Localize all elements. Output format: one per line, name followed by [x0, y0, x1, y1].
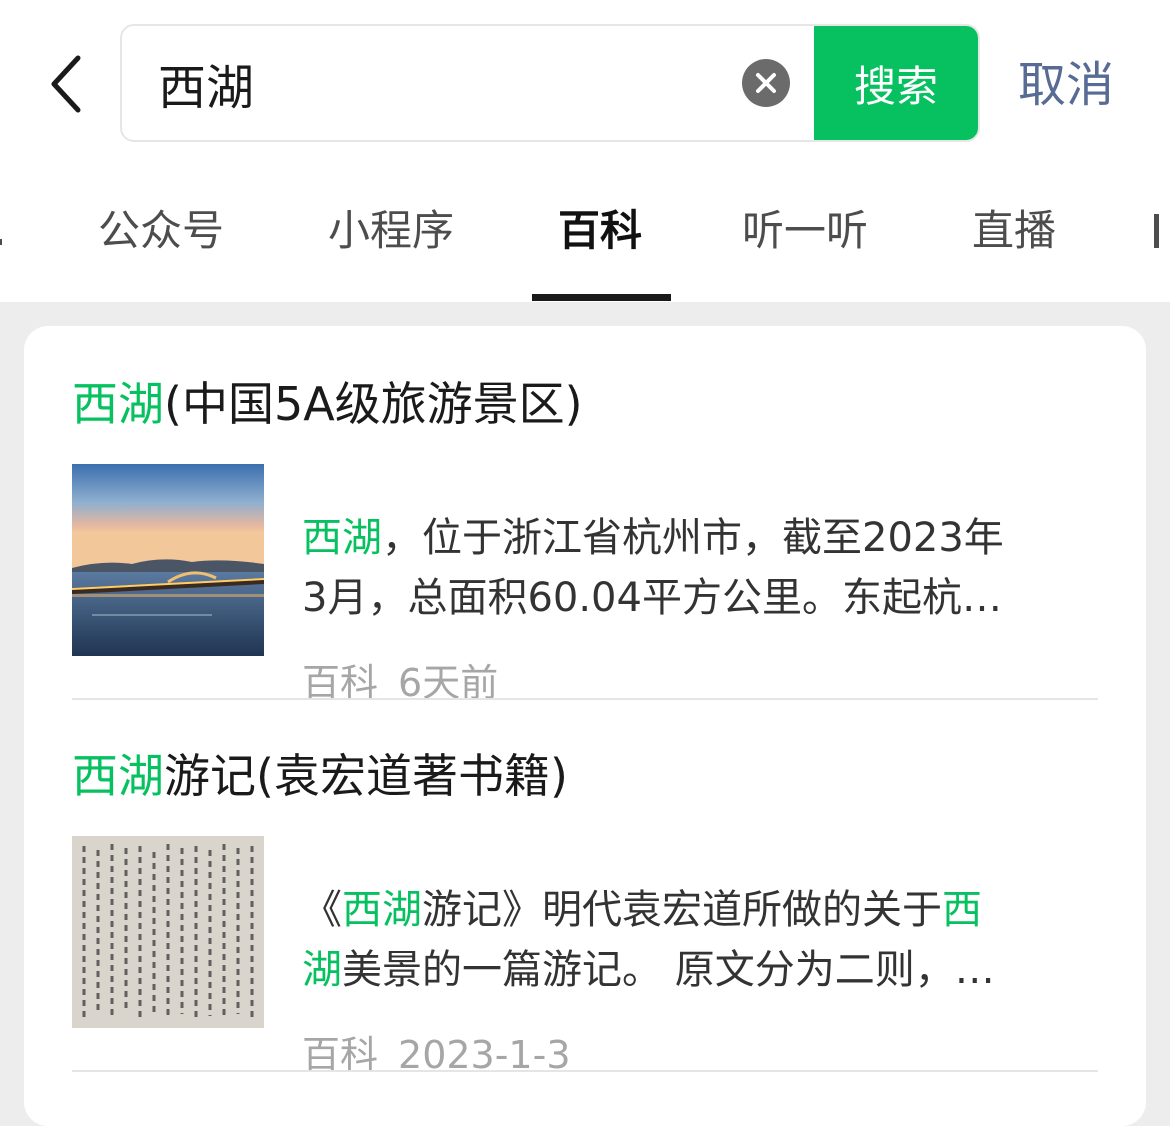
snippet-text: ，位于浙江省杭州市，截至2023年 — [382, 515, 1004, 561]
chevron-left-icon — [51, 55, 81, 113]
result-item[interactable]: 西湖(中国5A级旅游景区) 西湖，位于浙江省杭州市，截至2023年 3月，总面积… — [72, 374, 1098, 705]
cancel-button[interactable]: 取消 — [1018, 54, 1114, 116]
tab-mini-programs[interactable]: 小程序 — [328, 196, 454, 266]
clear-button[interactable] — [742, 59, 790, 107]
header-bar: 搜索 取消 公众号 小程序 百科 听一听 直播 — [0, 0, 1170, 302]
search-button[interactable]: 搜索 — [814, 26, 978, 140]
active-tab-indicator — [532, 294, 671, 301]
snippet-text-line2: 3月，总面积60.04平方公里。东起杭… — [302, 575, 1002, 621]
snippet-highlight: 西湖 — [302, 515, 382, 561]
close-icon — [756, 73, 776, 93]
title-text: (中国5A级旅游景区) — [164, 377, 583, 431]
snippet-highlight: 湖 — [302, 947, 342, 993]
title-highlight: 西湖 — [72, 377, 164, 431]
west-lake-evening-photo — [72, 464, 264, 656]
tab-listen[interactable]: 听一听 — [742, 196, 868, 266]
divider — [72, 1070, 1098, 1072]
tab-partial-left[interactable] — [0, 196, 8, 266]
result-title[interactable]: 西湖游记(袁宏道著书籍) — [72, 746, 568, 806]
tab-encyclopedia[interactable]: 百科 — [558, 196, 642, 266]
result-item[interactable]: 西湖游记(袁宏道著书籍) 《西湖游记》明代袁宏道所做的关于西 湖美景的一篇游记。… — [72, 746, 1098, 1077]
result-thumbnail[interactable] — [72, 464, 264, 656]
back-button[interactable] — [36, 52, 96, 116]
snippet-text: 美景的一篇游记。 原文分为二则，… — [342, 947, 995, 993]
search-box: 搜索 — [120, 24, 980, 142]
search-input[interactable] — [158, 26, 718, 140]
snippet-text: 游记》明代袁宏道所做的关于 — [422, 887, 942, 933]
title-text: 游记(袁宏道著书籍) — [164, 749, 568, 803]
snippet-text: 《 — [302, 887, 342, 933]
calligraphy-manuscript-photo — [72, 836, 264, 1028]
snippet-highlight: 西湖 — [342, 887, 422, 933]
category-tabs: 公众号 小程序 百科 听一听 直播 — [0, 196, 1170, 302]
divider — [72, 698, 1098, 700]
tab-partial-right[interactable] — [1154, 196, 1170, 266]
result-snippet: 《西湖游记》明代袁宏道所做的关于西 湖美景的一篇游记。 原文分为二则，… — [302, 880, 1102, 1000]
results-card: 西湖(中国5A级旅游景区) 西湖，位于浙江省杭州市，截至2023年 3月，总面积… — [24, 326, 1146, 1126]
title-highlight: 西湖 — [72, 749, 164, 803]
result-title[interactable]: 西湖(中国5A级旅游景区) — [72, 374, 583, 434]
result-thumbnail[interactable] — [72, 836, 264, 1028]
result-snippet: 西湖，位于浙江省杭州市，截至2023年 3月，总面积60.04平方公里。东起杭… — [302, 508, 1102, 628]
snippet-highlight: 西 — [942, 887, 982, 933]
tab-official-accounts[interactable]: 公众号 — [98, 196, 224, 266]
tab-live[interactable]: 直播 — [972, 196, 1056, 266]
